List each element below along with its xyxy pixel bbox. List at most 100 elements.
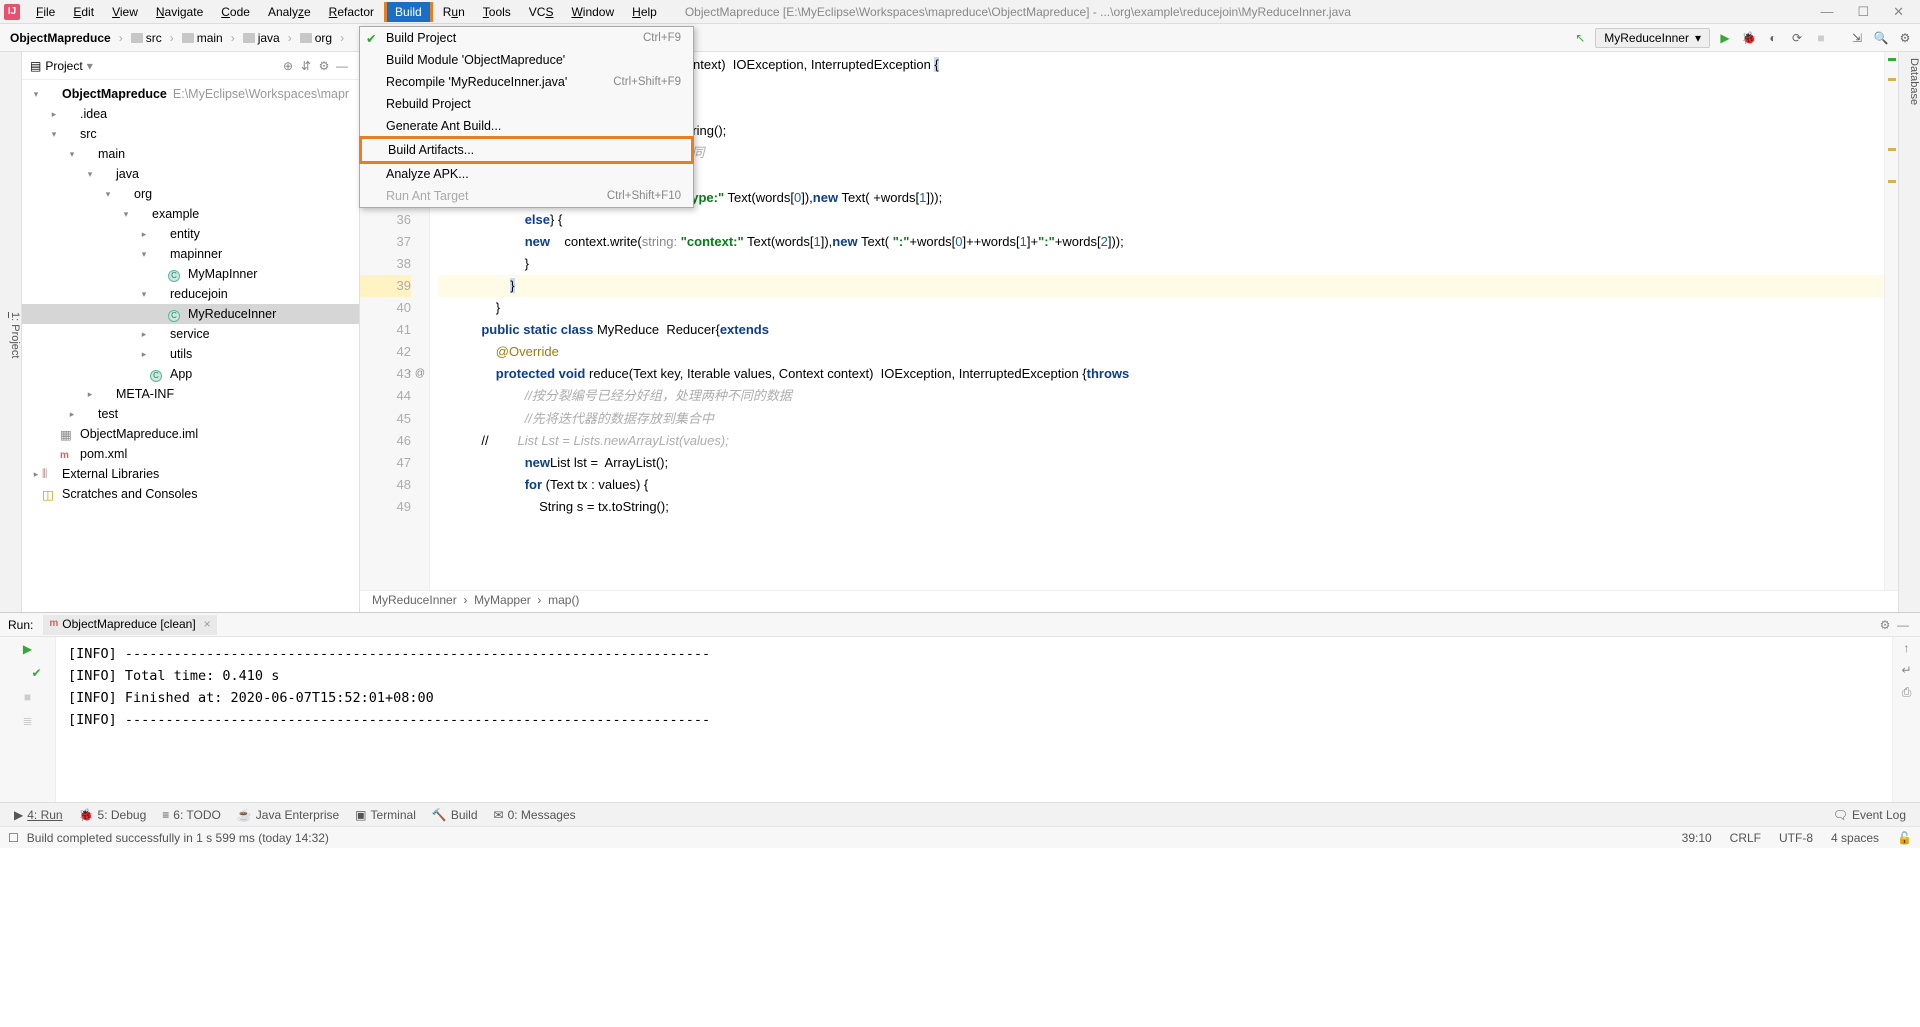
menu-item-analyze-apk-[interactable]: Analyze APK...	[360, 163, 693, 185]
menu-item-build-project[interactable]: ✔Build ProjectCtrl+F9	[360, 27, 693, 49]
tree-mapinner[interactable]: ▾mapinner	[22, 244, 359, 264]
tree--idea[interactable]: ▸.idea	[22, 104, 359, 124]
menu-help[interactable]: Help	[624, 2, 665, 22]
dump-icon[interactable]: ≣	[20, 713, 36, 729]
tab-terminal[interactable]: ▣ Terminal	[347, 806, 424, 824]
run-panel: Run: m ObjectMapreduce [clean] × ⚙ — ▶ ✔…	[0, 612, 1920, 802]
menu-code[interactable]: Code	[213, 2, 258, 22]
editor-breadcrumb[interactable]: MyReduceInner › MyMapper › map()	[360, 590, 1898, 612]
event-log[interactable]: 🗨 Event Log	[1825, 806, 1914, 824]
close-tab-icon[interactable]: ×	[204, 617, 211, 631]
tree-main[interactable]: ▾main	[22, 144, 359, 164]
tree-test[interactable]: ▸test	[22, 404, 359, 424]
close-icon[interactable]: ✕	[1893, 4, 1904, 20]
crumb-java[interactable]: java	[239, 29, 284, 47]
settings-icon[interactable]: ⚙	[1896, 29, 1914, 47]
indent[interactable]: 4 spaces	[1831, 831, 1879, 845]
menu-file[interactable]: File	[28, 2, 63, 22]
menu-bar: File Edit View Navigate Code Analyze Ref…	[28, 2, 665, 22]
run-gear-icon[interactable]: ⚙	[1876, 618, 1894, 632]
app-icon: IJ	[4, 4, 20, 20]
tree-java[interactable]: ▾java	[22, 164, 359, 184]
menu-navigate[interactable]: Navigate	[148, 2, 211, 22]
minimize-icon[interactable]: —	[1820, 4, 1833, 20]
tree-org[interactable]: ▾org	[22, 184, 359, 204]
expand-icon[interactable]: ⇵	[297, 59, 315, 73]
caret-pos[interactable]: 39:10	[1682, 831, 1712, 845]
tab-run[interactable]: ▶ 4: Run	[6, 806, 71, 824]
back-icon[interactable]: ↖	[1571, 29, 1589, 47]
gear-icon[interactable]: ⚙	[315, 59, 333, 73]
menu-analyze[interactable]: Analyze	[260, 2, 319, 22]
build-highlight: Build	[384, 2, 433, 22]
lock-icon[interactable]: 🔓	[1897, 831, 1912, 845]
crumb-main[interactable]: main	[178, 29, 227, 47]
menu-item-build-artifacts-[interactable]: Build Artifacts...	[362, 139, 691, 161]
project-tree[interactable]: ▾ObjectMapreduceE:\MyEclipse\Workspaces\…	[22, 80, 359, 612]
tree-objectmapreduce[interactable]: ▾ObjectMapreduceE:\MyEclipse\Workspaces\…	[22, 84, 359, 104]
line-sep[interactable]: CRLF	[1730, 831, 1761, 845]
scroll-icon[interactable]: ↑	[1904, 641, 1910, 655]
tree-example[interactable]: ▾example	[22, 204, 359, 224]
menu-item-generate-ant-build-[interactable]: Generate Ant Build...	[360, 115, 693, 137]
menu-tools[interactable]: Tools	[475, 2, 519, 22]
tree-myreduceinner[interactable]: CMyReduceInner	[22, 304, 359, 324]
print-icon[interactable]: ⎙	[1902, 685, 1912, 700]
run-tab[interactable]: m ObjectMapreduce [clean] ×	[43, 615, 216, 635]
rerun-icon[interactable]: ▶	[20, 641, 36, 657]
maximize-icon[interactable]: ☐	[1857, 4, 1869, 20]
tab-build[interactable]: 🔨 Build	[424, 806, 486, 824]
tree-entity[interactable]: ▸entity	[22, 224, 359, 244]
right-tool-strip[interactable]: Database Ant m Maven	[1898, 52, 1920, 612]
tab-messages[interactable]: ✉ 0: Messages	[486, 806, 584, 824]
menu-item-recompile-myreduceinner-java-[interactable]: Recompile 'MyReduceInner.java'Ctrl+Shift…	[360, 71, 693, 93]
menu-item-rebuild-project[interactable]: Rebuild Project	[360, 93, 693, 115]
crumb-org[interactable]: org	[296, 29, 336, 47]
tree-scratches-and-consoles[interactable]: ◫Scratches and Consoles	[22, 484, 359, 504]
tree-objectmapreduce-iml[interactable]: ▦ObjectMapreduce.iml	[22, 424, 359, 444]
menu-vcs[interactable]: VCS	[521, 2, 562, 22]
status-icon[interactable]: ☐	[8, 831, 19, 845]
menu-edit[interactable]: Edit	[65, 2, 102, 22]
run-config-combo[interactable]: MyReduceInner ▾	[1595, 28, 1710, 48]
tree-external-libraries[interactable]: ▸External Libraries	[22, 464, 359, 484]
profile-icon[interactable]: ⟳	[1788, 29, 1806, 47]
tree-reducejoin[interactable]: ▾reducejoin	[22, 284, 359, 304]
crumb-root[interactable]: ObjectMapreduce	[6, 29, 115, 47]
panel-title[interactable]: Project	[45, 59, 82, 73]
update-icon[interactable]: ⇲	[1848, 29, 1866, 47]
chevron-down-icon: ▾	[1695, 31, 1701, 45]
menu-run[interactable]: Run	[435, 2, 473, 22]
crumb-src[interactable]: src	[127, 29, 166, 47]
tab-debug[interactable]: 🐞 5: Debug	[71, 806, 155, 824]
run-hide-icon[interactable]: —	[1894, 618, 1912, 632]
tab-jee[interactable]: ☕ Java Enterprise	[229, 806, 347, 824]
tree-meta-inf[interactable]: ▸META-INF	[22, 384, 359, 404]
run-output[interactable]: [INFO] ---------------------------------…	[56, 637, 1892, 802]
hide-icon[interactable]: —	[333, 59, 351, 73]
menu-window[interactable]: Window	[563, 2, 622, 22]
tree-service[interactable]: ▸service	[22, 324, 359, 344]
tree-mymapinner[interactable]: CMyMapInner	[22, 264, 359, 284]
wrap-icon[interactable]: ↵	[1901, 663, 1911, 677]
tab-todo[interactable]: ≡ 6: TODO	[154, 806, 229, 824]
debug-icon[interactable]: 🐞	[1740, 29, 1758, 47]
menu-view[interactable]: View	[104, 2, 146, 22]
tree-src[interactable]: ▾src	[22, 124, 359, 144]
search-icon[interactable]: 🔍	[1872, 29, 1890, 47]
chevron-down-icon[interactable]: ▾	[87, 59, 93, 73]
error-stripe[interactable]	[1884, 52, 1898, 590]
tree-utils[interactable]: ▸utils	[22, 344, 359, 364]
stop-icon[interactable]: ■	[20, 689, 36, 705]
menu-build[interactable]: Build	[387, 2, 430, 22]
tree-pom-xml[interactable]: mpom.xml	[22, 444, 359, 464]
encoding[interactable]: UTF-8	[1779, 831, 1813, 845]
menu-item-build-module-objectmapreduce-[interactable]: Build Module 'ObjectMapreduce'	[360, 49, 693, 71]
select-opened-icon[interactable]: ⊕	[279, 59, 297, 73]
left-tool-strip[interactable]: 1: Project	[0, 52, 22, 612]
menu-refactor[interactable]: Refactor	[321, 2, 382, 22]
tree-app[interactable]: CApp	[22, 364, 359, 384]
stop-icon[interactable]: ■	[1812, 29, 1830, 47]
coverage-icon[interactable]: ◐	[1764, 29, 1782, 47]
run-icon[interactable]: ▶	[1716, 29, 1734, 47]
